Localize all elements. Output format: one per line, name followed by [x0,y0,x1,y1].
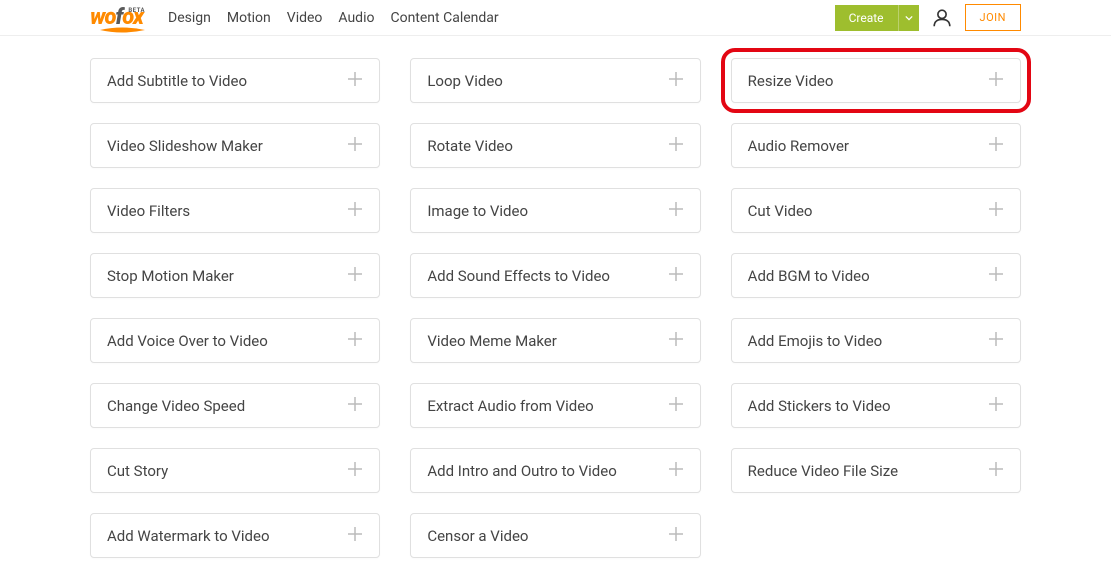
tool-card[interactable]: Rotate Video [410,123,700,168]
tool-card-label: Change Video Speed [107,397,245,415]
tool-card-label: Rotate Video [427,137,513,155]
plus-icon [668,526,684,546]
header-right: Create JOIN [835,4,1021,31]
tool-card-label: Add Emojis to Video [748,332,883,350]
tool-card[interactable]: Video Slideshow Maker [90,123,380,168]
content: Add Subtitle to Video Loop Video Resize Vi… [0,36,1111,580]
plus-icon [668,71,684,91]
nav: Design Motion Video Audio Content Calend… [168,10,499,26]
plus-icon [347,331,363,351]
plus-icon [347,461,363,481]
tool-card-label: Reduce Video File Size [748,462,898,480]
tool-card[interactable]: Add Intro and Outro to Video [410,448,700,493]
tool-card[interactable]: Stop Motion Maker [90,253,380,298]
plus-icon [988,71,1004,91]
nav-item-video[interactable]: Video [287,10,323,26]
tool-card-label: Add Subtitle to Video [107,72,247,90]
tool-card-label: Image to Video [427,202,528,220]
plus-icon [988,201,1004,221]
tool-card-label: Stop Motion Maker [107,267,234,285]
plus-icon [988,266,1004,286]
tool-card[interactable]: Resize Video [731,58,1021,103]
tool-card-label: Cut Video [748,202,813,220]
tool-card[interactable]: Add Sound Effects to Video [410,253,700,298]
tool-card-label: Video Slideshow Maker [107,137,263,155]
plus-icon [668,396,684,416]
logo[interactable]: wofox BETA [90,5,143,30]
plus-icon [347,266,363,286]
tool-card-label: Add Sound Effects to Video [427,267,610,285]
tool-card[interactable]: Cut Story [90,448,380,493]
plus-icon [988,396,1004,416]
tool-card-label: Add Voice Over to Video [107,332,268,350]
tool-card[interactable]: Censor a Video [410,513,700,558]
logo-beta-label: BETA [128,7,145,14]
nav-item-audio[interactable]: Audio [338,10,374,26]
tool-card[interactable]: Reduce Video File Size [731,448,1021,493]
create-button[interactable]: Create [835,5,898,31]
plus-icon [988,461,1004,481]
plus-icon [668,201,684,221]
tool-card[interactable]: Video Filters [90,188,380,233]
plus-icon [988,136,1004,156]
nav-item-content-calendar[interactable]: Content Calendar [390,10,498,26]
tool-card[interactable]: Add Watermark to Video [90,513,380,558]
tool-card[interactable]: Image to Video [410,188,700,233]
plus-icon [347,201,363,221]
tool-card[interactable]: Add BGM to Video [731,253,1021,298]
plus-icon [668,461,684,481]
tool-card[interactable]: Audio Remover [731,123,1021,168]
create-button-group: Create [835,5,919,31]
tool-card[interactable]: Loop Video [410,58,700,103]
tool-card-label: Resize Video [748,72,834,90]
tool-card-label: Video Meme Maker [427,332,557,350]
tool-card-label: Add Stickers to Video [748,397,891,415]
tool-card[interactable]: Extract Audio from Video [410,383,700,428]
tool-card-label: Cut Story [107,462,168,480]
tool-card[interactable]: Add Subtitle to Video [90,58,380,103]
tool-card[interactable]: Cut Video [731,188,1021,233]
plus-icon [668,331,684,351]
tool-card-label: Add BGM to Video [748,267,870,285]
tool-card-label: Add Watermark to Video [107,527,270,545]
chevron-down-icon [905,14,913,22]
tool-card-label: Video Filters [107,202,190,220]
plus-icon [668,136,684,156]
tool-card-label: Extract Audio from Video [427,397,593,415]
plus-icon [668,266,684,286]
tool-grid: Add Subtitle to Video Loop Video Resize Vi… [90,58,1021,558]
tool-card[interactable]: Change Video Speed [90,383,380,428]
user-icon[interactable] [931,7,953,29]
tool-card[interactable]: Video Meme Maker [410,318,700,363]
tool-card-label: Censor a Video [427,527,528,545]
tool-card[interactable]: Add Voice Over to Video [90,318,380,363]
tool-card[interactable]: Add Stickers to Video [731,383,1021,428]
tool-card[interactable]: Add Emojis to Video [731,318,1021,363]
create-dropdown-button[interactable] [898,5,919,31]
plus-icon [347,396,363,416]
tool-card-label: Audio Remover [748,137,849,155]
tool-card-label: Add Intro and Outro to Video [427,462,616,480]
header: wofox BETA Design Motion Video Audio Con… [0,0,1111,36]
tool-card-label: Loop Video [427,72,503,90]
plus-icon [347,136,363,156]
logo-swoosh-icon [100,27,145,33]
plus-icon [988,331,1004,351]
nav-item-motion[interactable]: Motion [227,10,271,26]
nav-item-design[interactable]: Design [168,10,211,26]
join-button[interactable]: JOIN [965,4,1021,31]
plus-icon [347,526,363,546]
plus-icon [347,71,363,91]
